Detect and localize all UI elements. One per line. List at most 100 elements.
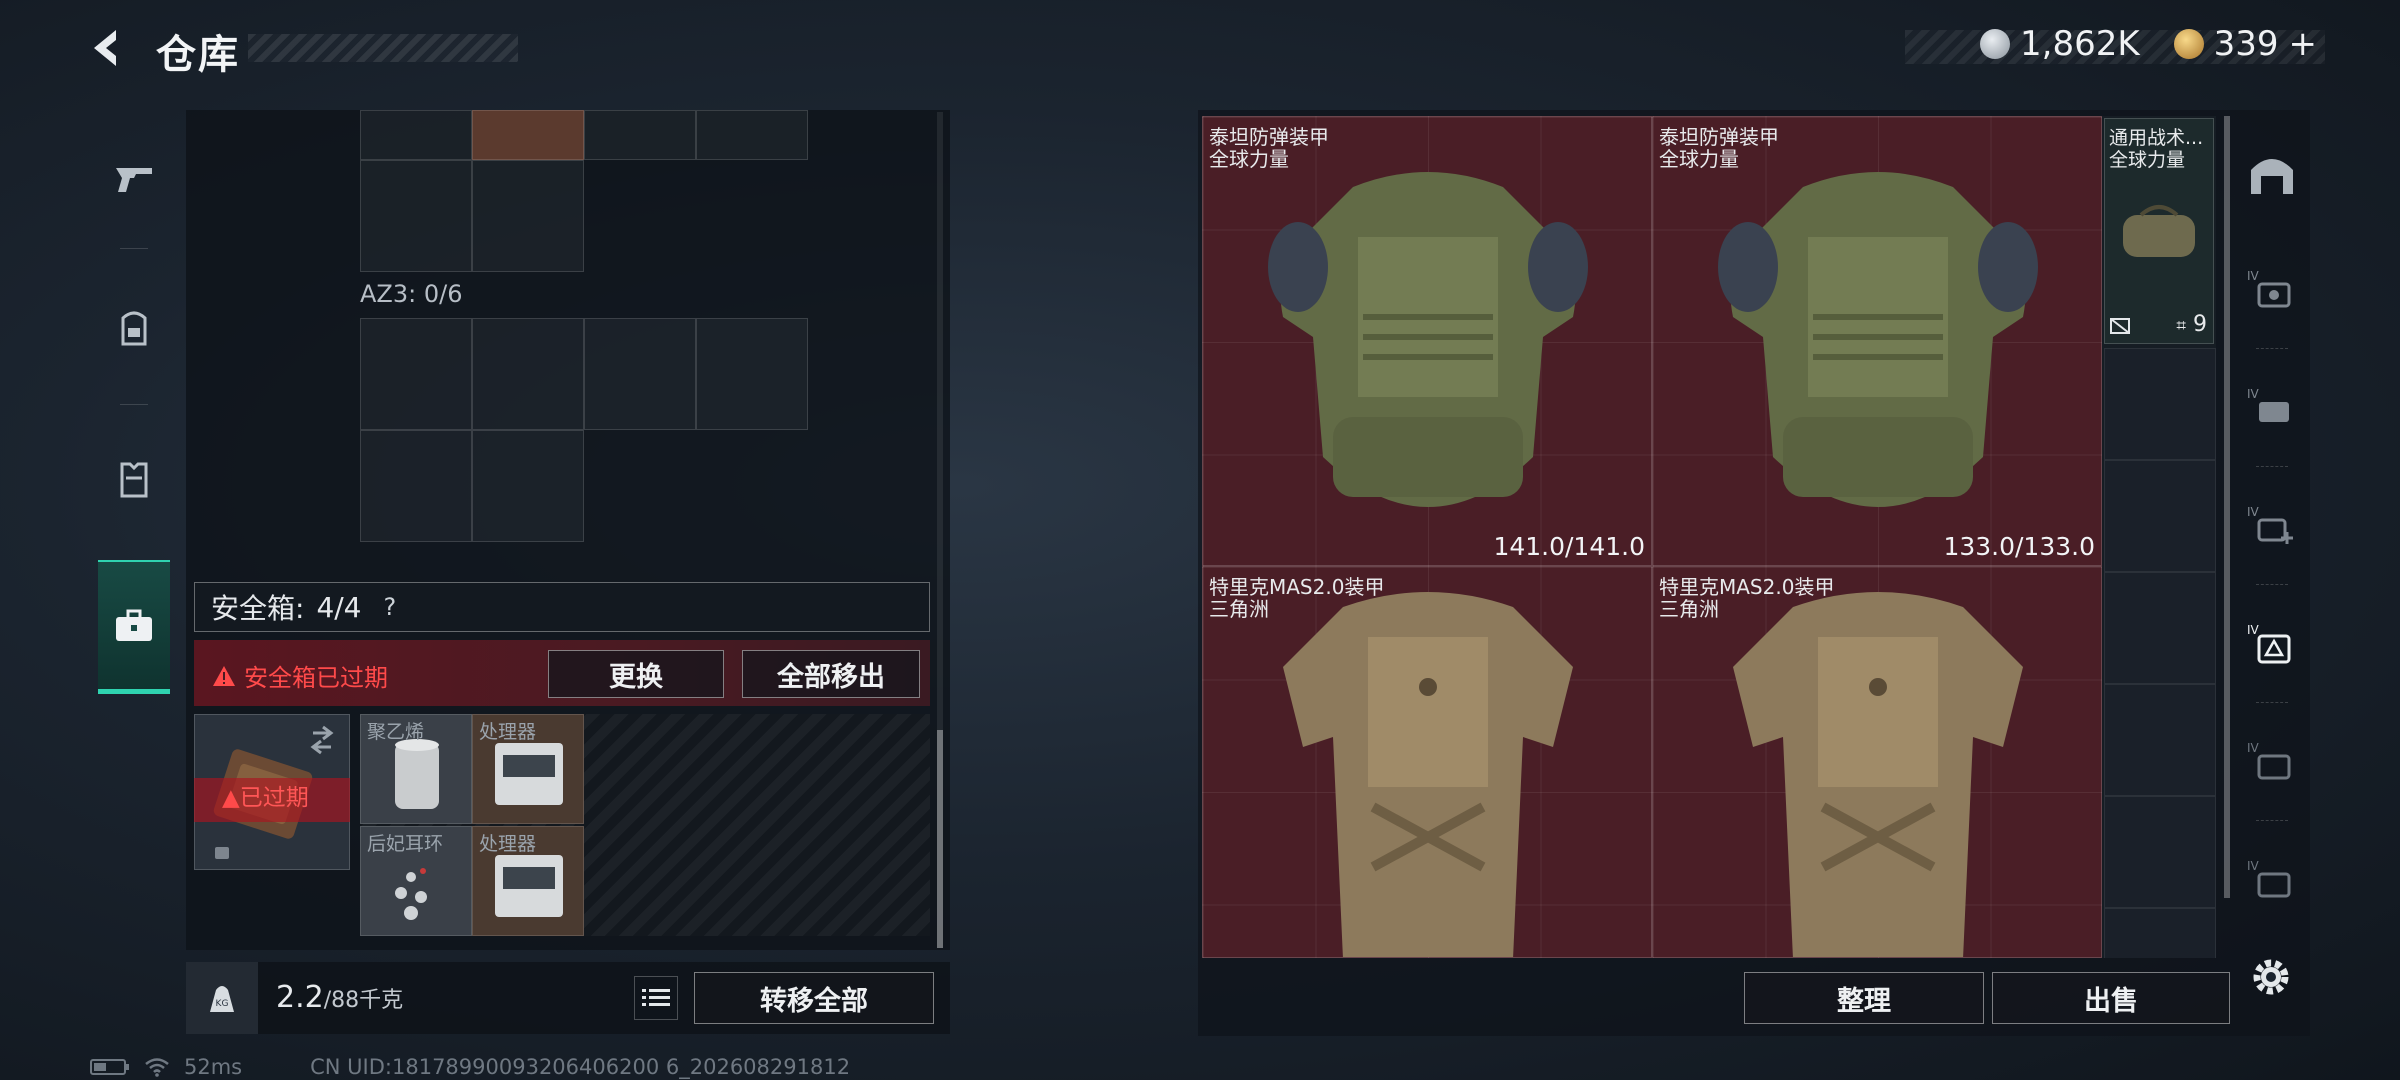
category-all[interactable] bbox=[2236, 116, 2308, 232]
tab-vest[interactable] bbox=[88, 408, 180, 548]
svg-text:IV: IV bbox=[2247, 269, 2260, 283]
grid-slot[interactable] bbox=[472, 160, 584, 272]
pistol-icon bbox=[116, 168, 152, 192]
warning-icon bbox=[213, 665, 235, 686]
tab-backpack[interactable] bbox=[88, 258, 180, 398]
briefcase-icon bbox=[116, 609, 152, 641]
category-container-2[interactable]: IV bbox=[2236, 822, 2308, 938]
stash-item-armor[interactable]: 特里克MAS2.0装甲 三角洲 bbox=[1202, 566, 1652, 958]
vest-icon bbox=[120, 462, 148, 498]
category-gear-2[interactable]: IV bbox=[2236, 350, 2308, 466]
stash-item-armor[interactable]: 特里克MAS2.0装甲 三角洲 bbox=[1652, 566, 2102, 958]
case-expired-text: 已过期 bbox=[239, 785, 309, 811]
ping-text: 52ms bbox=[184, 1055, 243, 1079]
grid-slot[interactable] bbox=[472, 318, 584, 430]
item-durability: 141.0/141.0 bbox=[1493, 532, 1645, 561]
grid-slot[interactable] bbox=[696, 318, 808, 430]
move-all-out-button[interactable]: 全部移出 bbox=[742, 650, 920, 698]
mas-armor-icon bbox=[1283, 592, 1573, 957]
weight-current: 2.2 bbox=[276, 980, 324, 1015]
item-faction: 三角洲 bbox=[1209, 597, 1269, 621]
list-icon bbox=[642, 989, 670, 1006]
category-medical[interactable]: IV bbox=[2236, 468, 2308, 584]
expired-notice: 安全箱已过期 bbox=[212, 658, 388, 693]
title-decoration bbox=[248, 34, 518, 62]
backpack-icon bbox=[121, 311, 147, 346]
weight-readout: 2.2/88千克 bbox=[276, 980, 403, 1015]
help-button[interactable]: ? bbox=[384, 593, 397, 621]
item-faction: 全球力量 bbox=[1209, 147, 1289, 171]
tab-weapons[interactable] bbox=[88, 108, 180, 248]
stash-category-rail: IV IV IV IV IV IV bbox=[2236, 116, 2308, 956]
silver-amount: 1,862K bbox=[2020, 24, 2140, 64]
category-armor[interactable]: IV bbox=[2236, 586, 2308, 702]
replace-button[interactable]: 更换 bbox=[548, 650, 724, 698]
grid-slot[interactable] bbox=[472, 110, 584, 160]
uid-text: CN UID:18178990093206406200 6_2026082918… bbox=[310, 1055, 851, 1079]
item-count: ⌗ 9 bbox=[2176, 312, 2207, 337]
item-name: 处理器 bbox=[479, 721, 537, 743]
stash-item-armor[interactable]: 泰坦防弹装甲 全球力量 141.0/141.0 bbox=[1202, 116, 1652, 566]
item-name: 聚乙烯 bbox=[367, 721, 425, 743]
weight-icon-box: KG bbox=[186, 962, 258, 1034]
safebox-item[interactable]: 处理器 bbox=[472, 714, 584, 824]
stash-item-bag[interactable]: 通用战术... 全球力量 ⌗ 9 bbox=[2104, 118, 2214, 344]
category-icon: IV bbox=[2247, 387, 2289, 422]
svg-text:IV: IV bbox=[2247, 741, 2260, 755]
list-view-button[interactable] bbox=[634, 976, 678, 1020]
left-tab-rail bbox=[88, 108, 180, 712]
item-faction: 三角洲 bbox=[1659, 597, 1719, 621]
titan-armor-icon bbox=[1718, 172, 2038, 507]
sort-button[interactable]: 整理 bbox=[1744, 972, 1984, 1024]
wifi-icon bbox=[145, 1058, 169, 1077]
grid-slot[interactable] bbox=[360, 430, 472, 542]
sell-button[interactable]: 出售 bbox=[1992, 972, 2230, 1024]
grid-slot[interactable] bbox=[360, 110, 472, 160]
svg-text:KG: KG bbox=[216, 999, 229, 1009]
titan-armor-icon bbox=[1268, 172, 1588, 507]
silver-coin-icon bbox=[1980, 29, 2010, 59]
svg-text:IV: IV bbox=[2247, 859, 2260, 873]
medical-icon: IV bbox=[2247, 505, 2293, 544]
weight-max: /88千克 bbox=[323, 988, 404, 1013]
grid-slot[interactable] bbox=[584, 318, 696, 430]
case-expired-label: ▲已过期 bbox=[222, 785, 309, 811]
az3-capacity-label: AZ3: 0/6 bbox=[360, 280, 463, 308]
grid-slot[interactable] bbox=[584, 110, 696, 160]
grid-slot[interactable] bbox=[696, 110, 808, 160]
item-name: 处理器 bbox=[479, 833, 537, 855]
inventory-scroll-thumb[interactable] bbox=[937, 730, 943, 948]
stash-item-armor[interactable]: 泰坦防弹装甲 全球力量 133.0/133.0 bbox=[1652, 116, 2102, 566]
warehouse-icon bbox=[2251, 159, 2293, 194]
item-name: 后妃耳环 bbox=[367, 833, 444, 855]
status-bar: 52ms CN UID:18178990093206406200 6_20260… bbox=[90, 1055, 850, 1079]
safebox-item[interactable]: 处理器 bbox=[472, 826, 584, 936]
safebox-item[interactable]: 后妃耳环 bbox=[360, 826, 472, 936]
gold-amount: 339 bbox=[2213, 24, 2279, 64]
mas-armor-icon bbox=[1733, 592, 2023, 957]
currency-bar: 1,862K 339 + bbox=[1980, 24, 2317, 64]
stash-scrollbar[interactable] bbox=[2224, 116, 2230, 898]
svg-text:IV: IV bbox=[2247, 505, 2260, 519]
svg-text:IV: IV bbox=[2247, 623, 2260, 637]
category-gear-1[interactable]: IV bbox=[2236, 232, 2308, 348]
page-title: 仓库 bbox=[156, 32, 240, 78]
grid-slot[interactable] bbox=[472, 430, 584, 542]
item-count-value: 9 bbox=[2193, 312, 2207, 337]
safebox-header: 安全箱: 4/4 ? bbox=[194, 582, 930, 632]
category-icon: IV bbox=[2247, 859, 2291, 898]
svg-text:IV: IV bbox=[2247, 387, 2260, 401]
add-currency-button[interactable]: + bbox=[2289, 24, 2318, 64]
back-arrow-icon[interactable] bbox=[86, 26, 130, 70]
safebox-count: 4/4 bbox=[316, 590, 362, 624]
tab-safebox[interactable] bbox=[98, 560, 170, 694]
category-icon: IV bbox=[2247, 269, 2291, 308]
settings-gear-icon[interactable] bbox=[2246, 952, 2296, 1002]
grid-slot[interactable] bbox=[360, 160, 472, 272]
gold-coin-icon bbox=[2173, 29, 2204, 59]
transfer-all-button[interactable]: 转移全部 bbox=[694, 972, 934, 1024]
item-faction: 全球力量 bbox=[1659, 147, 1739, 171]
category-container-1[interactable]: IV bbox=[2236, 704, 2308, 820]
grid-slot[interactable] bbox=[360, 318, 472, 430]
safebox-item[interactable]: 聚乙烯 bbox=[360, 714, 472, 824]
